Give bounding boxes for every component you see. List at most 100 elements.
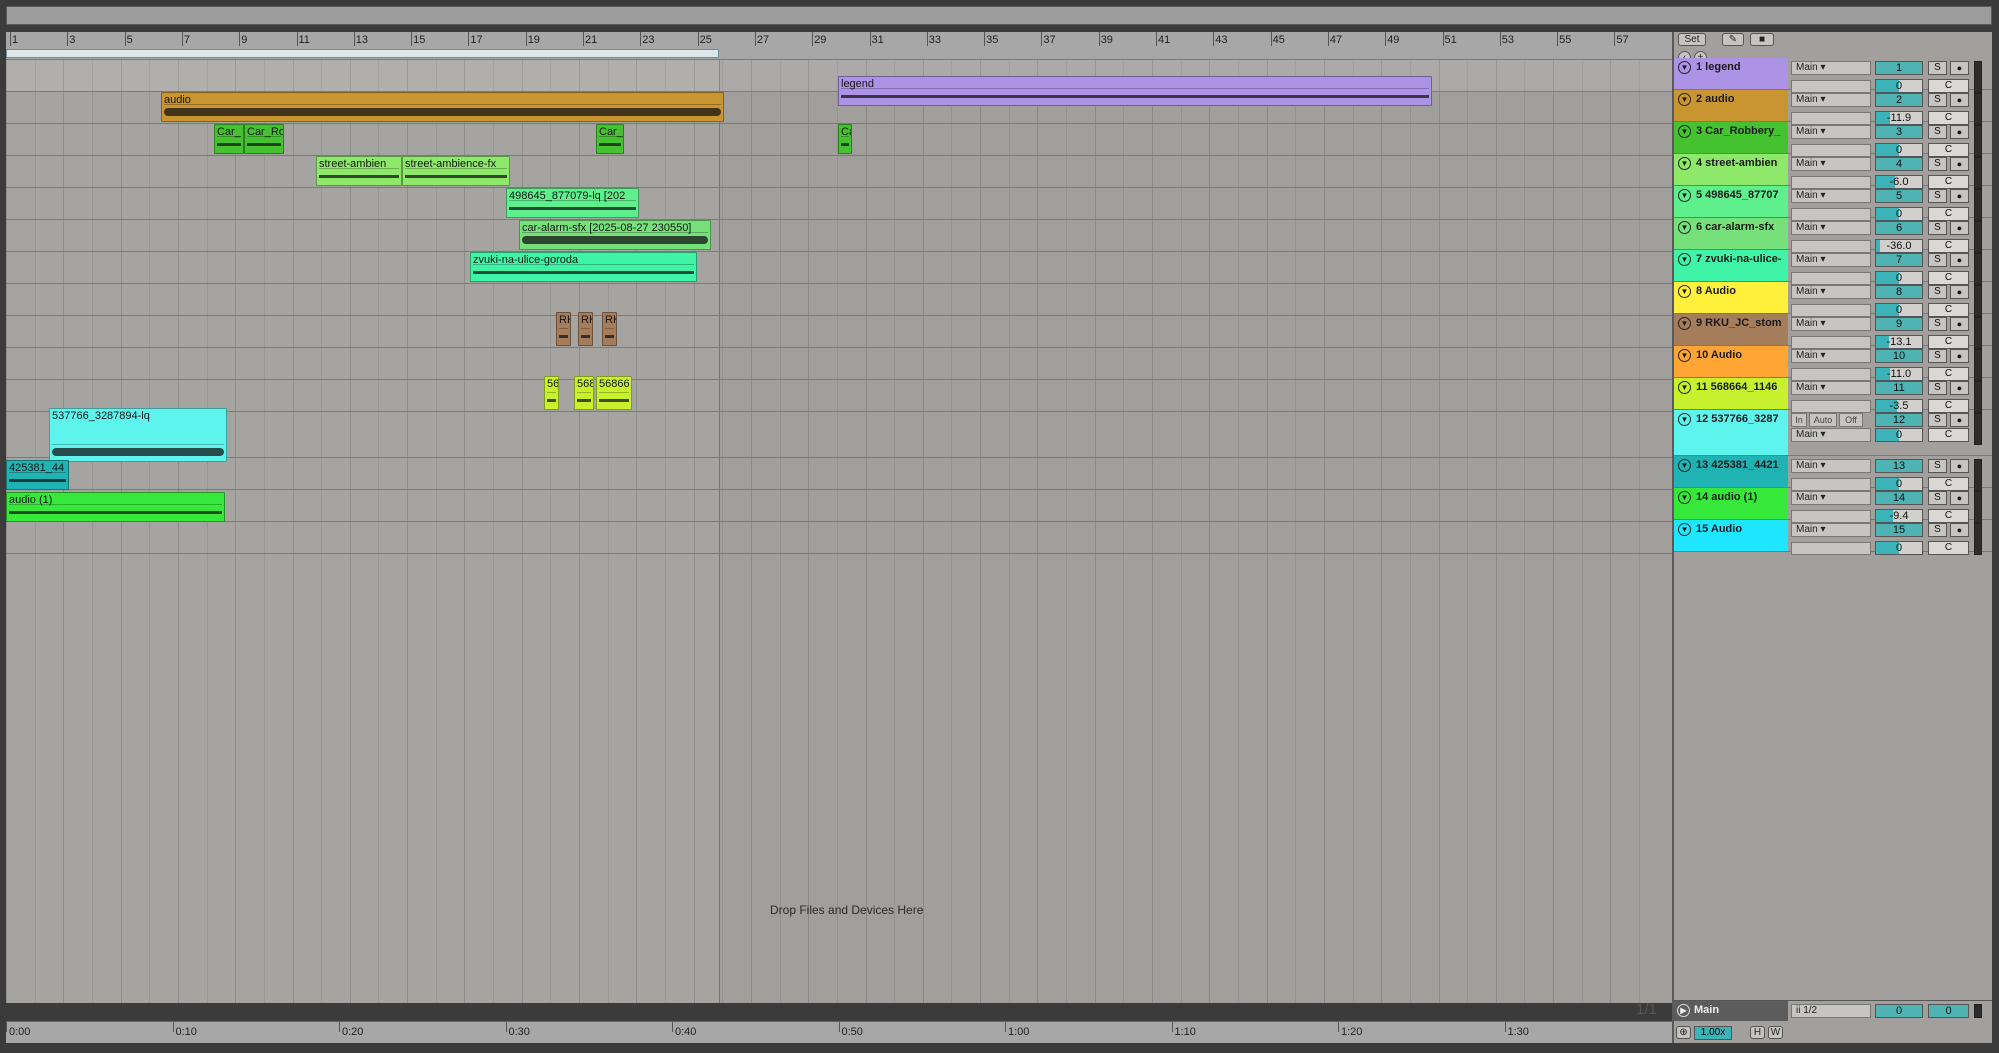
track-name[interactable]: ▼ 15 Audio: [1674, 520, 1788, 551]
loop-brace[interactable]: [6, 49, 719, 58]
volume-field[interactable]: 0: [1875, 541, 1923, 555]
track-lane[interactable]: [6, 316, 1672, 348]
track-name[interactable]: ▼ 2 audio: [1674, 90, 1788, 121]
track-name[interactable]: ▼ 5 498645_87707: [1674, 186, 1788, 217]
fold-arrow-icon[interactable]: ▼: [1678, 221, 1691, 234]
arm-button-icon[interactable]: ●: [1950, 93, 1969, 107]
clip[interactable]: RK: [556, 312, 571, 346]
track-activator[interactable]: 9: [1875, 317, 1923, 331]
clip[interactable]: RK: [602, 312, 617, 346]
solo-button[interactable]: S: [1928, 125, 1947, 139]
arm-button-icon[interactable]: ●: [1950, 61, 1969, 75]
clip[interactable]: 56: [544, 376, 559, 410]
track-name[interactable]: ▼ 12 537766_3287: [1674, 410, 1788, 455]
draw-mode-icon[interactable]: ✎: [1722, 33, 1744, 46]
track-activator[interactable]: 4: [1875, 157, 1923, 171]
arm-button-icon[interactable]: ●: [1950, 221, 1969, 235]
output-routing-select[interactable]: Main ▾: [1791, 221, 1871, 235]
solo-button[interactable]: S: [1928, 349, 1947, 363]
output-channel-select[interactable]: [1791, 542, 1871, 555]
fold-arrow-icon[interactable]: ▼: [1678, 285, 1691, 298]
fold-arrow-icon[interactable]: ▼: [1678, 93, 1691, 106]
arm-button-icon[interactable]: ●: [1950, 523, 1969, 537]
clip[interactable]: RK: [578, 312, 593, 346]
track-lane[interactable]: [6, 188, 1672, 220]
solo-button[interactable]: S: [1928, 61, 1947, 75]
pan-field[interactable]: C: [1928, 541, 1969, 555]
track-activator[interactable]: 12: [1875, 413, 1923, 427]
output-routing-select[interactable]: Main ▾: [1791, 125, 1871, 139]
track-lane[interactable]: [6, 348, 1672, 380]
h-button[interactable]: H: [1750, 1026, 1765, 1039]
solo-button[interactable]: S: [1928, 459, 1947, 473]
solo-button[interactable]: S: [1928, 189, 1947, 203]
solo-button[interactable]: S: [1928, 253, 1947, 267]
arm-button-icon[interactable]: ●: [1950, 413, 1969, 427]
arm-button-icon[interactable]: ●: [1950, 189, 1969, 203]
clip[interactable]: 498645_877079-lq [202: [506, 188, 639, 218]
zoom-icon[interactable]: ⊕: [1676, 1026, 1691, 1039]
track-lane[interactable]: [6, 412, 1672, 458]
zoom-level[interactable]: 1.00x: [1694, 1026, 1732, 1040]
track-lane[interactable]: [6, 380, 1672, 412]
track-activator[interactable]: 1: [1875, 61, 1923, 75]
clip[interactable]: Ca: [838, 124, 852, 154]
master-cue-volume[interactable]: 0: [1928, 1004, 1969, 1018]
pan-field[interactable]: C: [1928, 428, 1969, 442]
clip[interactable]: street-ambien: [316, 156, 402, 186]
track-activator[interactable]: 13: [1875, 459, 1923, 473]
track-name[interactable]: ▼ 11 568664_1146: [1674, 378, 1788, 409]
solo-button[interactable]: S: [1928, 157, 1947, 171]
clip[interactable]: car-alarm-sfx [2025-08-27 230550]: [519, 220, 711, 250]
clip[interactable]: audio (1): [6, 492, 225, 522]
output-routing-select[interactable]: Main ▾: [1791, 428, 1871, 442]
fold-arrow-icon[interactable]: ▼: [1678, 61, 1691, 74]
output-routing-select[interactable]: Main ▾: [1791, 93, 1871, 107]
clip[interactable]: street-ambience-fx: [402, 156, 510, 186]
clip[interactable]: zvuki-na-ulice-goroda: [470, 252, 697, 282]
fold-arrow-icon[interactable]: ▼: [1678, 157, 1691, 170]
solo-button[interactable]: S: [1928, 381, 1947, 395]
track-name[interactable]: ▼ 3 Car_Robbery_: [1674, 122, 1788, 153]
track-activator[interactable]: 15: [1875, 523, 1923, 537]
arm-button-icon[interactable]: ●: [1950, 381, 1969, 395]
track-activator[interactable]: 8: [1875, 285, 1923, 299]
output-routing-select[interactable]: Main ▾: [1791, 157, 1871, 171]
track-name[interactable]: ▼ 1 legend: [1674, 58, 1788, 89]
track-name[interactable]: ▼ 13 425381_4421: [1674, 456, 1788, 487]
play-icon[interactable]: ▶: [1677, 1004, 1690, 1017]
track-name[interactable]: ▼ 8 Audio: [1674, 282, 1788, 313]
master-track-name[interactable]: ▶ Main: [1674, 1001, 1788, 1021]
solo-button[interactable]: S: [1928, 285, 1947, 299]
output-routing-select[interactable]: Main ▾: [1791, 61, 1871, 75]
track-name[interactable]: ▼ 10 Audio: [1674, 346, 1788, 377]
fold-arrow-icon[interactable]: ▼: [1678, 523, 1691, 536]
solo-button[interactable]: S: [1928, 221, 1947, 235]
track-lane[interactable]: [6, 458, 1672, 490]
output-routing-select[interactable]: Main ▾: [1791, 491, 1871, 505]
set-button[interactable]: Set: [1678, 33, 1706, 46]
fold-arrow-icon[interactable]: ▼: [1678, 253, 1691, 266]
solo-button[interactable]: S: [1928, 523, 1947, 537]
fold-arrow-icon[interactable]: ▼: [1678, 491, 1691, 504]
track-name[interactable]: ▼ 6 car-alarm-sfx: [1674, 218, 1788, 249]
clip[interactable]: audio: [161, 92, 724, 122]
track-activator[interactable]: 11: [1875, 381, 1923, 395]
output-routing-select[interactable]: Main ▾: [1791, 381, 1871, 395]
track-name[interactable]: ▼ 4 street-ambien: [1674, 154, 1788, 185]
track-name[interactable]: ▼ 14 audio (1): [1674, 488, 1788, 519]
arm-button-icon[interactable]: ●: [1950, 125, 1969, 139]
clip[interactable]: 537766_3287894-lq: [49, 408, 227, 462]
track-lane[interactable]: [6, 490, 1672, 522]
arm-button-icon[interactable]: ●: [1950, 317, 1969, 331]
fold-arrow-icon[interactable]: ▼: [1678, 125, 1691, 138]
arrangement-area[interactable]: Drop Files and Devices Here legend audio C…: [6, 60, 1672, 1003]
track-lane[interactable]: [6, 522, 1672, 554]
arm-button-icon[interactable]: ●: [1950, 253, 1969, 267]
track-activator[interactable]: 3: [1875, 125, 1923, 139]
track-activator[interactable]: 14: [1875, 491, 1923, 505]
master-volume[interactable]: 0: [1875, 1004, 1923, 1018]
clip[interactable]: Car_: [596, 124, 624, 154]
track-lane[interactable]: [6, 220, 1672, 252]
solo-button[interactable]: S: [1928, 413, 1947, 427]
